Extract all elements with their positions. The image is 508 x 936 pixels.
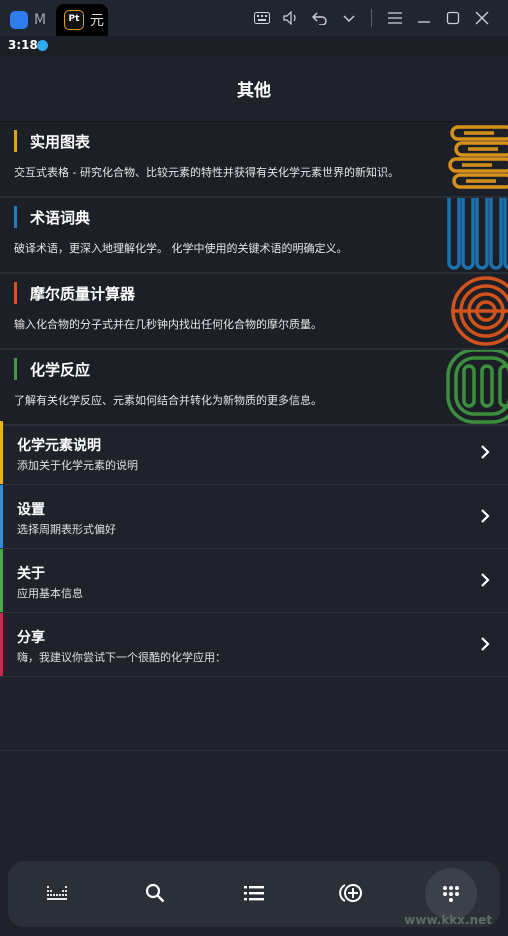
table-icon[interactable]: [42, 878, 72, 908]
glossary-art-icon: [446, 198, 508, 272]
volume-icon[interactable]: [276, 6, 305, 30]
chevron-right-icon: [481, 445, 490, 459]
card-reactions[interactable]: 化学反应 了解有关化学反应、元素如何结合并转化为新物质的更多信息。: [0, 350, 508, 426]
bottom-navigation: www.kkx.net: [8, 861, 500, 927]
list-icon[interactable]: [239, 878, 269, 908]
accent-bar: [14, 282, 17, 304]
divider: [0, 750, 508, 751]
reactions-art-icon: [446, 350, 508, 424]
titlebar-divider: [371, 9, 372, 27]
row-subtitle: 选择周期表形式偏好: [17, 523, 116, 536]
status-time: 3:18: [8, 38, 38, 52]
row-about[interactable]: 关于 应用基本信息: [0, 549, 508, 613]
menu-icon[interactable]: [380, 6, 409, 30]
row-title: 关于: [17, 566, 45, 582]
search-icon[interactable]: [140, 878, 170, 908]
close-icon[interactable]: [467, 6, 496, 30]
card-glossary[interactable]: 术语词典 破译术语，更深入地理解化学。 化学中使用的关键术语的明确定义。: [0, 198, 508, 274]
maximize-icon[interactable]: [438, 6, 467, 30]
accent-bar: [0, 421, 3, 484]
tab-label: M: [34, 12, 47, 28]
row-title: 化学元素说明: [17, 438, 101, 454]
chevron-right-icon: [481, 573, 490, 587]
chevron-down-icon[interactable]: [334, 6, 363, 30]
back-icon[interactable]: [305, 6, 334, 30]
row-share[interactable]: 分享 嗨，我建议你尝试下一个很酷的化学应用：: [0, 613, 508, 677]
chevron-right-icon: [481, 637, 490, 651]
card-description: 破译术语，更深入地理解化学。 化学中使用的关键术语的明确定义。: [14, 242, 348, 255]
row-subtitle: 嗨，我建议你尝试下一个很酷的化学应用：: [17, 651, 226, 664]
row-subtitle: 添加关于化学元素的说明: [17, 459, 138, 472]
card-title: 实用图表: [30, 133, 91, 151]
charts-art-icon: [446, 122, 508, 196]
molar-art-icon: [446, 274, 508, 348]
row-subtitle: 应用基本信息: [17, 587, 83, 600]
accent-bar: [0, 613, 3, 676]
page-title: 其他: [0, 56, 508, 122]
accent-bar: [0, 549, 3, 612]
card-title: 术语词典: [30, 209, 91, 227]
molar-icon[interactable]: [337, 878, 367, 908]
status-bar: 3:18: [0, 36, 508, 56]
window-titlebar: M Pt 元: [0, 0, 508, 36]
tab-app-2[interactable]: Pt 元: [56, 4, 108, 36]
card-description: 了解有关化学反应、元素如何结合并转化为新物质的更多信息。: [14, 394, 322, 407]
accent-bar: [0, 485, 3, 548]
minimize-icon[interactable]: [409, 6, 438, 30]
watermark: www.kkx.net: [404, 913, 492, 927]
accent-bar: [14, 130, 17, 152]
app-logo-icon: [10, 11, 28, 29]
chevron-right-icon: [481, 509, 490, 523]
accent-bar: [14, 206, 17, 228]
keyboard-icon[interactable]: [247, 6, 276, 30]
row-title: 设置: [17, 502, 45, 518]
row-element-notes[interactable]: 化学元素说明 添加关于化学元素的说明: [0, 421, 508, 485]
row-settings[interactable]: 设置 选择周期表形式偏好: [0, 485, 508, 549]
card-charts[interactable]: 实用图表 交互式表格 - 研究化合物、比较元素的特性并获得有关化学元素世界的新知…: [0, 122, 508, 198]
accent-bar: [14, 358, 17, 380]
tab-label: 元: [90, 13, 104, 29]
card-description: 输入化合物的分子式并在几秒钟内找出任何化合物的摩尔质量。: [14, 318, 322, 331]
card-title: 摩尔质量计算器: [30, 285, 136, 303]
card-molar-calculator[interactable]: 摩尔质量计算器 输入化合物的分子式并在几秒钟内找出任何化合物的摩尔质量。: [0, 274, 508, 350]
download-icon: [37, 40, 48, 51]
card-description: 交互式表格 - 研究化合物、比较元素的特性并获得有关化学元素世界的新知识。: [14, 166, 399, 179]
periodic-app-icon: Pt: [64, 10, 84, 30]
card-title: 化学反应: [30, 361, 91, 379]
tab-app-1[interactable]: M: [10, 4, 46, 36]
row-title: 分享: [17, 630, 45, 646]
